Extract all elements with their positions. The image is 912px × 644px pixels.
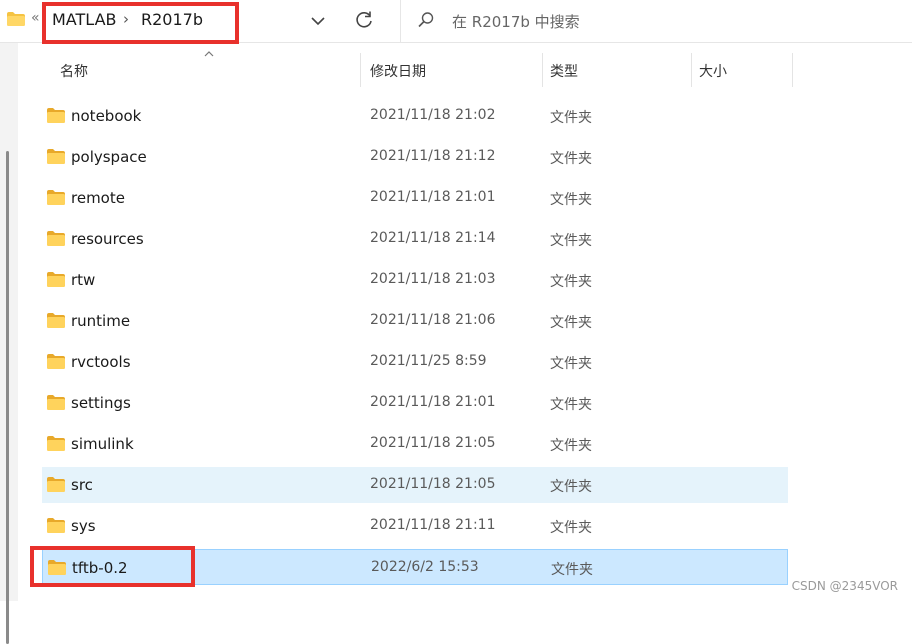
file-date: 2021/11/18 21:11 bbox=[370, 517, 496, 533]
column-header-size[interactable]: 大小 bbox=[699, 61, 727, 81]
column-header: 名称 修改日期 类型 大小 bbox=[42, 43, 802, 91]
file-row[interactable]: rtw 2021/11/18 21:03 文件夹 bbox=[42, 262, 788, 298]
column-header-name[interactable]: 名称 bbox=[60, 61, 88, 81]
highlight-breadcrumb bbox=[42, 2, 239, 44]
breadcrumb-overflow[interactable]: « bbox=[31, 10, 40, 26]
folder-icon bbox=[47, 313, 65, 328]
file-type: 文件夹 bbox=[550, 397, 592, 413]
column-divider[interactable] bbox=[360, 53, 361, 87]
file-date: 2021/11/18 21:14 bbox=[370, 230, 496, 246]
refresh-icon[interactable] bbox=[354, 10, 374, 30]
file-name: notebook bbox=[71, 107, 142, 125]
file-name: polyspace bbox=[71, 148, 147, 166]
folder-icon bbox=[47, 354, 65, 369]
file-name: settings bbox=[71, 394, 131, 412]
folder-icon bbox=[47, 477, 65, 492]
file-type: 文件夹 bbox=[550, 356, 592, 372]
file-row[interactable]: notebook 2021/11/18 21:02 文件夹 bbox=[42, 98, 788, 134]
file-type: 文件夹 bbox=[551, 562, 593, 578]
search-icon bbox=[418, 12, 434, 28]
file-row[interactable]: resources 2021/11/18 21:14 文件夹 bbox=[42, 221, 788, 257]
file-name: resources bbox=[71, 230, 144, 248]
folder-icon bbox=[47, 518, 65, 533]
file-date: 2021/11/18 21:12 bbox=[370, 148, 496, 164]
file-type: 文件夹 bbox=[550, 274, 592, 290]
column-divider[interactable] bbox=[792, 53, 793, 87]
file-date: 2021/11/18 21:06 bbox=[370, 312, 496, 328]
file-row[interactable]: settings 2021/11/18 21:01 文件夹 bbox=[42, 385, 788, 421]
folder-icon bbox=[47, 436, 65, 451]
sort-ascending-icon bbox=[204, 51, 214, 57]
column-divider[interactable] bbox=[691, 53, 692, 87]
file-date: 2022/6/2 15:53 bbox=[371, 559, 479, 575]
file-name: rvctools bbox=[71, 353, 131, 371]
column-header-type[interactable]: 类型 bbox=[550, 61, 578, 81]
chevron-down-icon[interactable] bbox=[309, 10, 327, 30]
file-row[interactable]: rvctools 2021/11/25 8:59 文件夹 bbox=[42, 344, 788, 380]
file-date: 2021/11/25 8:59 bbox=[370, 353, 487, 369]
file-row[interactable]: simulink 2021/11/18 21:05 文件夹 bbox=[42, 426, 788, 462]
scrollbar-thumb[interactable] bbox=[6, 151, 9, 644]
file-type: 文件夹 bbox=[550, 151, 592, 167]
file-type: 文件夹 bbox=[550, 110, 592, 126]
navigation-pane-scrollbar[interactable] bbox=[0, 43, 18, 644]
file-row[interactable]: sys 2021/11/18 21:11 文件夹 bbox=[42, 508, 788, 544]
folder-icon bbox=[47, 395, 65, 410]
file-type: 文件夹 bbox=[550, 438, 592, 454]
file-row[interactable]: runtime 2021/11/18 21:06 文件夹 bbox=[42, 303, 788, 339]
file-name: sys bbox=[71, 517, 96, 535]
file-row[interactable]: src 2021/11/18 21:05 文件夹 bbox=[42, 467, 788, 503]
file-date: 2021/11/18 21:03 bbox=[370, 271, 496, 287]
folder-icon bbox=[7, 12, 25, 26]
file-row[interactable]: remote 2021/11/18 21:01 文件夹 bbox=[42, 180, 788, 216]
search-input[interactable]: 在 R2017b 中搜索 bbox=[401, 0, 912, 42]
file-type: 文件夹 bbox=[550, 315, 592, 331]
file-type: 文件夹 bbox=[550, 479, 592, 495]
file-date: 2021/11/18 21:01 bbox=[370, 189, 496, 205]
watermark: CSDN @2345VOR bbox=[791, 579, 898, 593]
file-date: 2021/11/18 21:05 bbox=[370, 435, 496, 451]
file-name: src bbox=[71, 476, 93, 494]
file-name: simulink bbox=[71, 435, 134, 453]
file-row[interactable]: polyspace 2021/11/18 21:12 文件夹 bbox=[42, 139, 788, 175]
file-type: 文件夹 bbox=[550, 192, 592, 208]
folder-icon bbox=[47, 231, 65, 246]
folder-icon bbox=[47, 190, 65, 205]
file-name: rtw bbox=[71, 271, 96, 289]
file-name: runtime bbox=[71, 312, 131, 330]
file-type: 文件夹 bbox=[550, 520, 592, 536]
file-date: 2021/11/18 21:05 bbox=[370, 476, 496, 492]
file-name: remote bbox=[71, 189, 125, 207]
folder-icon bbox=[47, 108, 65, 123]
file-type: 文件夹 bbox=[550, 233, 592, 249]
folder-icon bbox=[47, 272, 65, 287]
column-header-date[interactable]: 修改日期 bbox=[370, 61, 426, 81]
file-date: 2021/11/18 21:01 bbox=[370, 394, 496, 410]
folder-icon bbox=[47, 149, 65, 164]
highlight-selected-folder bbox=[30, 546, 195, 587]
column-divider[interactable] bbox=[542, 53, 543, 87]
file-date: 2021/11/18 21:02 bbox=[370, 107, 496, 123]
search-placeholder: 在 R2017b 中搜索 bbox=[452, 13, 580, 31]
